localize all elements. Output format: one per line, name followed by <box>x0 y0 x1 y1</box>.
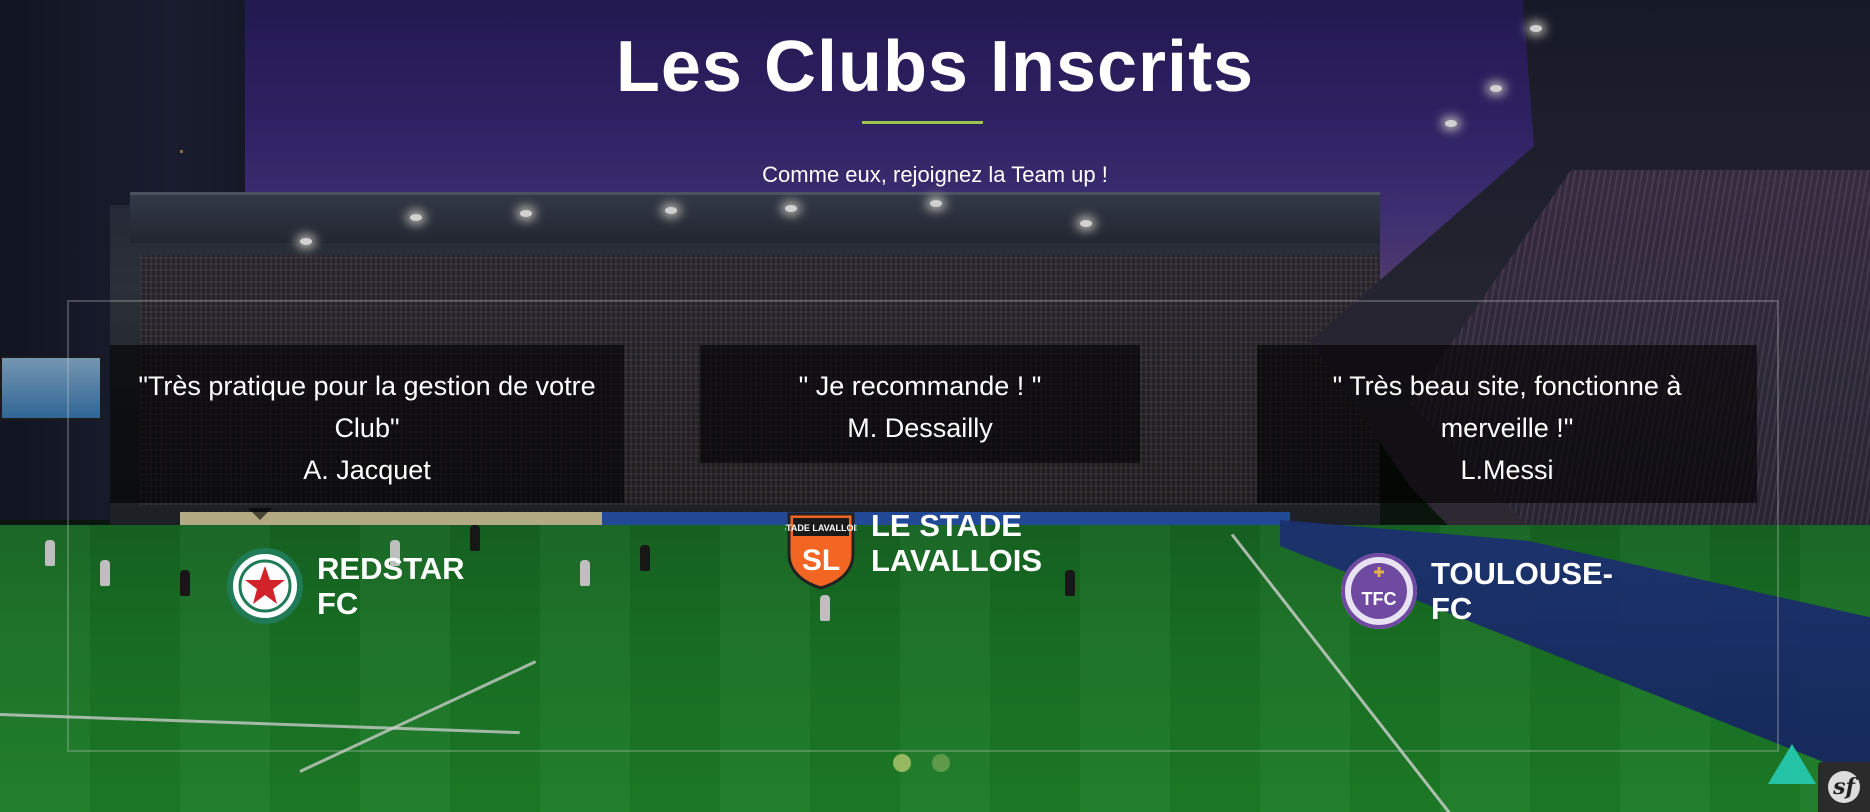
carousel-dot-2[interactable] <box>932 754 950 772</box>
section-title: Les Clubs Inscrits <box>615 27 1255 107</box>
club-redstar-fc[interactable]: REDSTAR FC <box>227 548 465 624</box>
testimonial-author: L.Messi <box>1460 455 1554 485</box>
logo-text: SL <box>802 544 840 577</box>
club-name-line: REDSTAR <box>317 551 465 586</box>
carousel-dot-1[interactable] <box>893 754 911 772</box>
section-subtitle: Comme eux, rejoignez la Team up ! <box>762 162 1108 187</box>
club-name: TOULOUSE- FC <box>1431 556 1613 626</box>
arrow-up-icon[interactable] <box>1768 744 1816 784</box>
club-name: REDSTAR FC <box>317 551 465 621</box>
testimonial-quote: "Très pratique pour la gestion de votre … <box>138 371 596 443</box>
testimonial-card: " Je recommande ! " M. Dessailly <box>700 345 1140 463</box>
testimonial-author: A. Jacquet <box>303 455 431 485</box>
debug-toolbar-button[interactable]: sf <box>1818 762 1870 812</box>
testimonial-quote: " Très beau site, fonctionne à merveille… <box>1332 371 1682 443</box>
club-name-line: LE STADE <box>871 508 1022 543</box>
club-toulouse-fc[interactable]: TFC TOULOUSE- FC <box>1341 553 1613 629</box>
logo-text: STADE LAVALLOIS <box>785 523 857 533</box>
carousel-pagination <box>893 754 950 772</box>
logo-text: TFC <box>1362 589 1397 609</box>
club-name-line: FC <box>1431 591 1473 626</box>
toulouse-fc-badge-icon: TFC <box>1341 553 1417 629</box>
testimonial-pointer <box>248 508 272 520</box>
club-stade-lavallois[interactable]: STADE LAVALLOIS SL LE STADE LAVALLOIS <box>780 508 1042 590</box>
club-name-line: TOULOUSE- <box>1431 556 1613 591</box>
testimonial-author: M. Dessailly <box>847 413 993 443</box>
red-star-icon <box>227 548 303 624</box>
symfony-icon: sf <box>1828 771 1860 803</box>
stade-lavallois-shield-icon: STADE LAVALLOIS SL <box>780 510 862 590</box>
title-underline <box>862 121 983 124</box>
club-name-line: FC <box>317 586 359 621</box>
testimonial-card: " Très beau site, fonctionne à merveille… <box>1257 345 1757 503</box>
testimonial-card: "Très pratique pour la gestion de votre … <box>110 345 624 503</box>
club-name: LE STADE LAVALLOIS <box>871 508 1042 578</box>
club-name-line: LAVALLOIS <box>871 543 1043 578</box>
testimonial-quote: " Je recommande ! " <box>798 371 1042 401</box>
